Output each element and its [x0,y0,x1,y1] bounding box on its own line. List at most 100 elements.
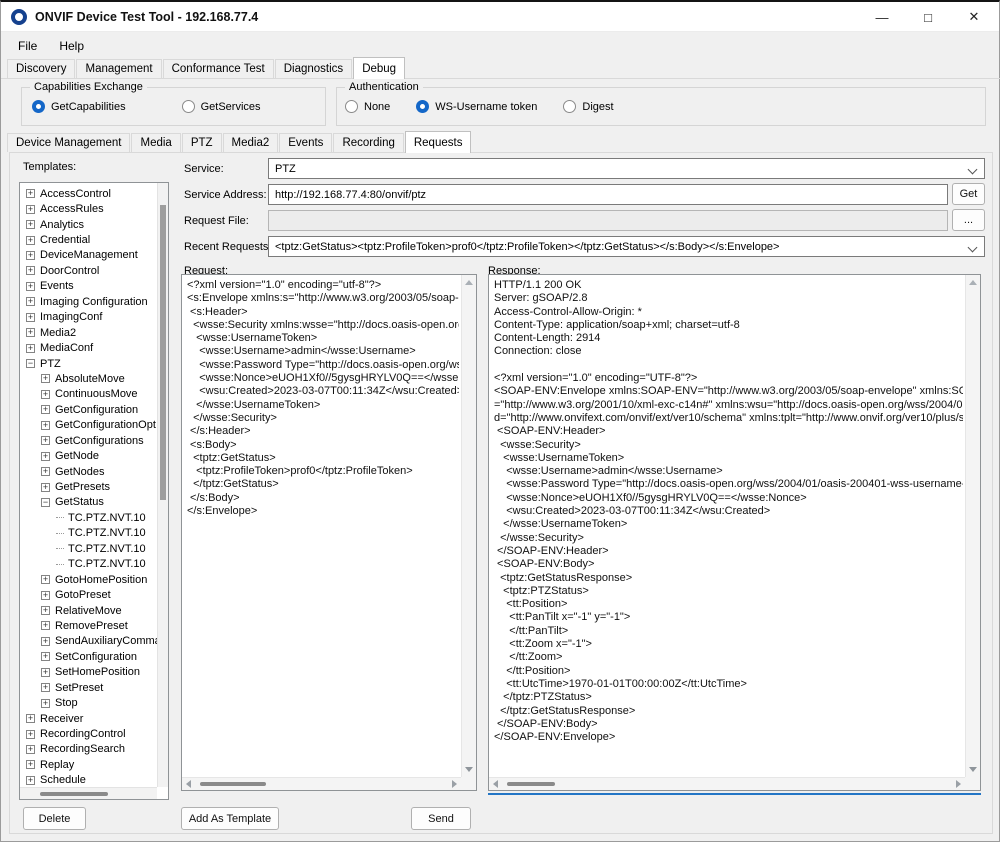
expand-icon[interactable]: + [26,297,35,306]
tree-node-getconfiguration[interactable]: +GetConfiguration [20,402,157,417]
subtab-recording[interactable]: Recording [333,133,403,152]
get-button[interactable]: Get [952,183,985,205]
subtab-requests[interactable]: Requests [405,131,472,153]
scroll-left-icon[interactable] [186,780,191,788]
response-vertical-scrollbar[interactable] [965,275,980,777]
subtab-media2[interactable]: Media2 [223,133,279,152]
tab-conformance-test[interactable]: Conformance Test [163,59,274,78]
request-text-area[interactable]: <?xml version="1.0" encoding="utf-8"?> <… [181,274,477,791]
tree-node-schedule[interactable]: +Schedule [20,773,157,787]
collapse-icon[interactable]: − [41,498,50,507]
tree-node-setconfiguration[interactable]: +SetConfiguration [20,649,157,664]
expand-icon[interactable]: + [26,776,35,785]
response-text-area[interactable]: HTTP/1.1 200 OK Server: gSOAP/2.8 Access… [488,274,981,791]
tree-node-analytics[interactable]: +Analytics [20,217,157,232]
send-button[interactable]: Send [411,807,471,830]
capabilities-radio-getservices[interactable]: GetServices [182,100,261,113]
tree-node-sendauxiliarycomma[interactable]: +SendAuxiliaryComma [20,634,157,649]
expand-icon[interactable]: + [41,421,50,430]
expand-icon[interactable]: + [41,436,50,445]
tree-node-media2[interactable]: +Media2 [20,325,157,340]
expand-icon[interactable]: + [41,668,50,677]
tree-node-continuousmove[interactable]: +ContinuousMove [20,387,157,402]
tree-horizontal-scrollbar-thumb[interactable] [40,792,108,796]
tree-node-getnode[interactable]: +GetNode [20,448,157,463]
expand-icon[interactable]: + [41,374,50,383]
tree-node-tc-ptz-nvt-10[interactable]: TC.PTZ.NVT.10 [20,510,157,525]
scroll-up-icon[interactable] [969,280,977,285]
tree-node-tc-ptz-nvt-10[interactable]: TC.PTZ.NVT.10 [20,541,157,556]
tree-node-recordingsearch[interactable]: +RecordingSearch [20,742,157,757]
expand-icon[interactable]: + [26,205,35,214]
expand-icon[interactable]: + [26,251,35,260]
expand-icon[interactable]: + [41,483,50,492]
tree-vertical-scrollbar[interactable] [157,183,168,787]
response-horizontal-scrollbar-thumb[interactable] [507,782,555,786]
tree-vertical-scrollbar-thumb[interactable] [160,205,166,500]
tree-node-events[interactable]: +Events [20,279,157,294]
tree-node-receiver[interactable]: +Receiver [20,711,157,726]
tree-node-getconfigurations[interactable]: +GetConfigurations [20,433,157,448]
expand-icon[interactable]: + [41,390,50,399]
tree-node-getstatus[interactable]: −GetStatus [20,495,157,510]
expand-icon[interactable]: + [26,328,35,337]
delete-button[interactable]: Delete [23,807,86,830]
minimize-button[interactable]: — [859,2,905,32]
expand-icon[interactable]: + [26,714,35,723]
tree-node-stop[interactable]: +Stop [20,695,157,710]
expand-icon[interactable]: + [41,575,50,584]
tree-node-tc-ptz-nvt-10[interactable]: TC.PTZ.NVT.10 [20,557,157,572]
expand-icon[interactable]: + [26,745,35,754]
expand-icon[interactable]: + [41,452,50,461]
tree-node-gotohomeposition[interactable]: +GotoHomePosition [20,572,157,587]
browse-button[interactable]: ... [952,209,985,231]
capabilities-radio-getcapabilities[interactable]: GetCapabilities [32,100,126,113]
tree-node-getconfigurationopt[interactable]: +GetConfigurationOpt [20,418,157,433]
expand-icon[interactable]: + [41,699,50,708]
close-button[interactable]: ✕ [951,2,997,32]
expand-icon[interactable]: + [26,282,35,291]
menu-help[interactable]: Help [48,36,95,56]
request-file-input[interactable] [268,210,948,231]
expand-icon[interactable]: + [26,189,35,198]
tab-diagnostics[interactable]: Diagnostics [275,59,352,78]
scroll-right-icon[interactable] [452,780,457,788]
subtab-device-management[interactable]: Device Management [7,133,130,152]
tree-node-accesscontrol[interactable]: +AccessControl [20,186,157,201]
scroll-up-icon[interactable] [465,280,473,285]
tree-node-sethomeposition[interactable]: +SetHomePosition [20,665,157,680]
tree-node-recordingcontrol[interactable]: +RecordingControl [20,726,157,741]
tree-node-mediaconf[interactable]: +MediaConf [20,340,157,355]
expand-icon[interactable]: + [41,591,50,600]
authentication-radio-ws-username-token[interactable]: WS-Username token [416,100,537,113]
scroll-right-icon[interactable] [956,780,961,788]
expand-icon[interactable]: + [26,220,35,229]
tree-node-credential[interactable]: +Credential [20,232,157,247]
tree-node-accessrules[interactable]: +AccessRules [20,201,157,216]
tree-node-relativemove[interactable]: +RelativeMove [20,603,157,618]
tree-node-ptz[interactable]: −PTZ [20,356,157,371]
expand-icon[interactable]: + [41,683,50,692]
subtab-media[interactable]: Media [131,133,180,152]
tree-node-getnodes[interactable]: +GetNodes [20,464,157,479]
expand-icon[interactable]: + [26,760,35,769]
scroll-left-icon[interactable] [493,780,498,788]
expand-icon[interactable]: + [26,313,35,322]
recent-requests-dropdown[interactable]: <tptz:GetStatus><tptz:ProfileToken>prof0… [268,236,985,257]
tree-node-devicemanagement[interactable]: +DeviceManagement [20,248,157,263]
tab-discovery[interactable]: Discovery [7,59,75,78]
tree-node-imagingconf[interactable]: +ImagingConf [20,310,157,325]
collapse-icon[interactable]: − [26,359,35,368]
tree-node-removepreset[interactable]: +RemovePreset [20,618,157,633]
request-horizontal-scrollbar-thumb[interactable] [200,782,266,786]
expand-icon[interactable]: + [41,652,50,661]
service-address-input[interactable]: http://192.168.77.4:80/onvif/ptz [268,184,948,205]
tab-management[interactable]: Management [76,59,161,78]
request-horizontal-scrollbar[interactable] [182,777,461,790]
tree-node-getpresets[interactable]: +GetPresets [20,479,157,494]
tree-horizontal-scrollbar[interactable] [20,787,157,799]
expand-icon[interactable]: + [41,606,50,615]
request-vertical-scrollbar[interactable] [461,275,476,777]
tree-node-doorcontrol[interactable]: +DoorControl [20,263,157,278]
expand-icon[interactable]: + [41,405,50,414]
